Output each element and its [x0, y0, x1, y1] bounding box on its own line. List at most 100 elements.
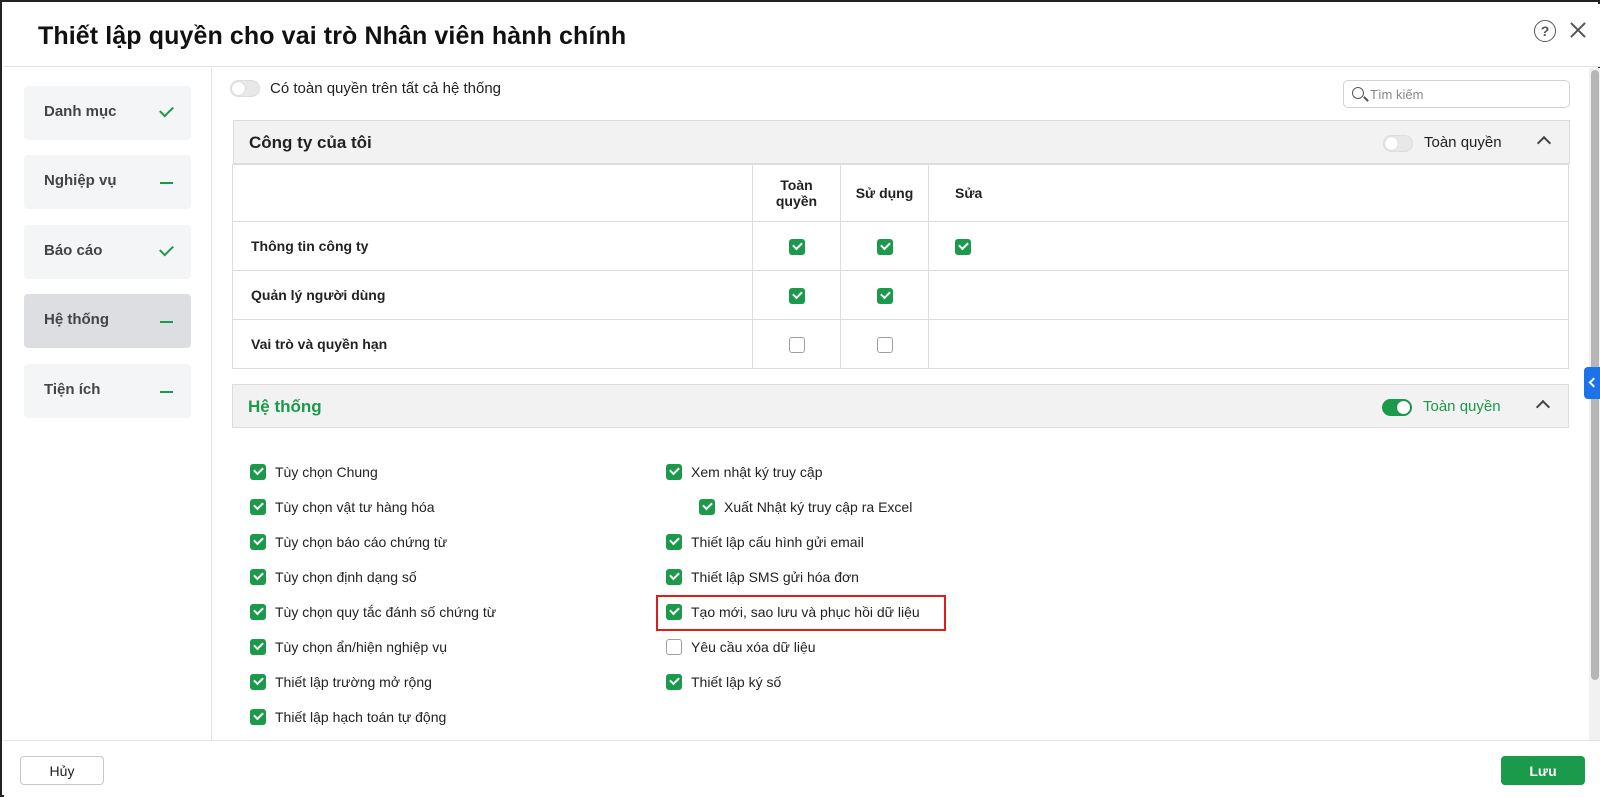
- checkbox[interactable]: [788, 336, 805, 353]
- system-section-title: Hệ thống: [248, 397, 322, 416]
- table-cell: [840, 319, 929, 369]
- table-cell: [752, 319, 841, 369]
- checkbox[interactable]: [666, 674, 682, 690]
- item-label: Thiết lập cấu hình gửi email: [691, 534, 864, 550]
- row-name: Thông tin công ty: [232, 221, 753, 271]
- search-input[interactable]: [1370, 84, 1560, 104]
- system-full-toggle[interactable]: [1382, 399, 1412, 416]
- checkbox[interactable]: [250, 569, 266, 585]
- list-item[interactable]: Tùy chọn Chung: [250, 464, 378, 480]
- list-item[interactable]: Tùy chọn báo cáo chứng từ: [250, 534, 447, 550]
- sidebar-item-bao-cao[interactable]: Báo cáo: [24, 225, 191, 279]
- chevron-up-icon[interactable]: [1536, 135, 1552, 151]
- item-label: Thiết lập trường mở rộng: [275, 674, 432, 690]
- minus-icon: [160, 391, 173, 393]
- checkbox[interactable]: [250, 534, 266, 550]
- row-name: Vai trò và quyền hạn: [232, 319, 753, 369]
- item-label: Thiết lập hạch toán tự động: [275, 709, 447, 725]
- item-label: Thiết lập SMS gửi hóa đơn: [691, 569, 859, 585]
- sidebar-item-nghiep-vu[interactable]: Nghiệp vụ: [24, 155, 191, 209]
- permission-category-sidebar: Danh mục Nghiệp vụ Báo cáo Hệ thống Tiện…: [4, 68, 212, 740]
- checkbox[interactable]: [250, 674, 266, 690]
- minus-icon: [160, 321, 173, 323]
- table-cell: [928, 270, 1569, 320]
- all-system-toggle[interactable]: [230, 80, 260, 97]
- item-label: Xuất Nhật ký truy cập ra Excel: [724, 499, 913, 515]
- table-cell: [752, 221, 841, 271]
- close-icon[interactable]: [1566, 18, 1590, 42]
- list-item[interactable]: Yêu cầu xóa dữ liệu: [666, 639, 816, 655]
- search-box: [1343, 80, 1570, 108]
- checkbox[interactable]: [788, 287, 805, 304]
- table-cell: [928, 221, 1569, 271]
- list-item[interactable]: Tùy chọn ẩn/hiện nghiệp vụ: [250, 639, 447, 655]
- list-item[interactable]: Thiết lập trường mở rộng: [250, 674, 432, 690]
- system-section-header[interactable]: Hệ thống Toàn quyền: [232, 384, 1569, 428]
- sidebar-item-tien-ich[interactable]: Tiện ích: [24, 364, 191, 418]
- list-item[interactable]: Thiết lập ký số: [666, 674, 781, 690]
- permission-dialog: Thiết lập quyền cho vai trò Nhân viên hà…: [0, 0, 1600, 797]
- item-label: Tùy chọn Chung: [275, 464, 378, 480]
- vertical-scrollbar[interactable]: [1589, 68, 1600, 740]
- company-full-toggle[interactable]: [1383, 135, 1413, 152]
- item-label: Xem nhật ký truy cập: [691, 464, 823, 480]
- item-label: Yêu cầu xóa dữ liệu: [691, 639, 816, 655]
- save-button[interactable]: Lưu: [1501, 756, 1585, 785]
- table-cell: [840, 221, 929, 271]
- dialog-header: Thiết lập quyền cho vai trò Nhân viên hà…: [4, 4, 1600, 67]
- highlight-box: [656, 595, 946, 631]
- checkbox[interactable]: [666, 464, 682, 480]
- dialog-footer: Hủy Lưu: [4, 740, 1600, 797]
- sidebar-item-danh-muc[interactable]: Danh mục: [24, 86, 191, 140]
- list-item[interactable]: Thiết lập cấu hình gửi email: [666, 534, 864, 550]
- question-circle-icon[interactable]: ?: [1534, 20, 1556, 42]
- sidebar-item-he-thong[interactable]: Hệ thống: [24, 294, 191, 348]
- list-item[interactable]: Tùy chọn định dạng số: [250, 569, 417, 585]
- list-item[interactable]: Tùy chọn vật tư hàng hóa: [250, 499, 435, 515]
- list-item[interactable]: Xuất Nhật ký truy cập ra Excel: [699, 499, 912, 515]
- company-permission-table: Toàn quyền Sử dụng Sửa Thông tin công ty…: [232, 164, 1569, 369]
- checkbox[interactable]: [876, 238, 893, 255]
- list-item[interactable]: Xem nhật ký truy cập: [666, 464, 823, 480]
- checkbox[interactable]: [955, 238, 971, 255]
- column-header-use: Sử dụng: [840, 164, 929, 222]
- table-row: Vai trò và quyền hạn: [232, 319, 1569, 369]
- item-label: Thiết lập ký số: [691, 674, 782, 690]
- checkbox[interactable]: [876, 287, 893, 304]
- checkbox[interactable]: [666, 639, 682, 655]
- cancel-button[interactable]: Hủy: [20, 756, 104, 785]
- sidebar-item-label: Tiện ích: [44, 381, 101, 398]
- sidebar-item-label: Danh mục: [44, 103, 117, 120]
- sidebar-item-label: Hệ thống: [44, 311, 109, 328]
- company-section-header[interactable]: Công ty của tôi Toàn quyền: [233, 120, 1570, 164]
- toggle-knob: [1397, 401, 1410, 414]
- all-system-toggle-label: Có toàn quyền trên tất cả hệ thống: [270, 80, 501, 97]
- collapse-panel-tab[interactable]: [1584, 367, 1600, 399]
- system-full-toggle-label: Toàn quyền: [1423, 398, 1501, 415]
- table-row: Thông tin công ty: [232, 221, 1569, 271]
- column-header-edit: Sửa: [928, 164, 1569, 222]
- toggle-knob: [232, 82, 245, 95]
- checkbox[interactable]: [250, 709, 266, 725]
- checkbox[interactable]: [250, 464, 266, 480]
- list-item[interactable]: Thiết lập hạch toán tự động: [250, 709, 446, 725]
- checkbox[interactable]: [250, 639, 266, 655]
- list-item[interactable]: Tùy chọn quy tắc đánh số chứng từ: [250, 604, 496, 620]
- checkbox[interactable]: [666, 569, 682, 585]
- checkbox[interactable]: [250, 604, 266, 620]
- company-section-title: Công ty của tôi: [249, 133, 372, 152]
- column-header-name: [232, 164, 753, 222]
- checkbox[interactable]: [788, 238, 805, 255]
- column-header-full: Toàn quyền: [752, 164, 841, 222]
- checkbox[interactable]: [666, 534, 682, 550]
- list-item[interactable]: Thiết lập SMS gửi hóa đơn: [666, 569, 859, 585]
- sidebar-item-label: Nghiệp vụ: [44, 172, 117, 189]
- table-cell: [928, 319, 1569, 369]
- company-full-toggle-label: Toàn quyền: [1424, 134, 1502, 151]
- check-icon: [159, 102, 174, 118]
- checkbox[interactable]: [699, 499, 715, 515]
- checkbox[interactable]: [876, 336, 893, 353]
- chevron-up-icon[interactable]: [1535, 399, 1551, 415]
- table-cell: [840, 270, 929, 320]
- checkbox[interactable]: [250, 499, 266, 515]
